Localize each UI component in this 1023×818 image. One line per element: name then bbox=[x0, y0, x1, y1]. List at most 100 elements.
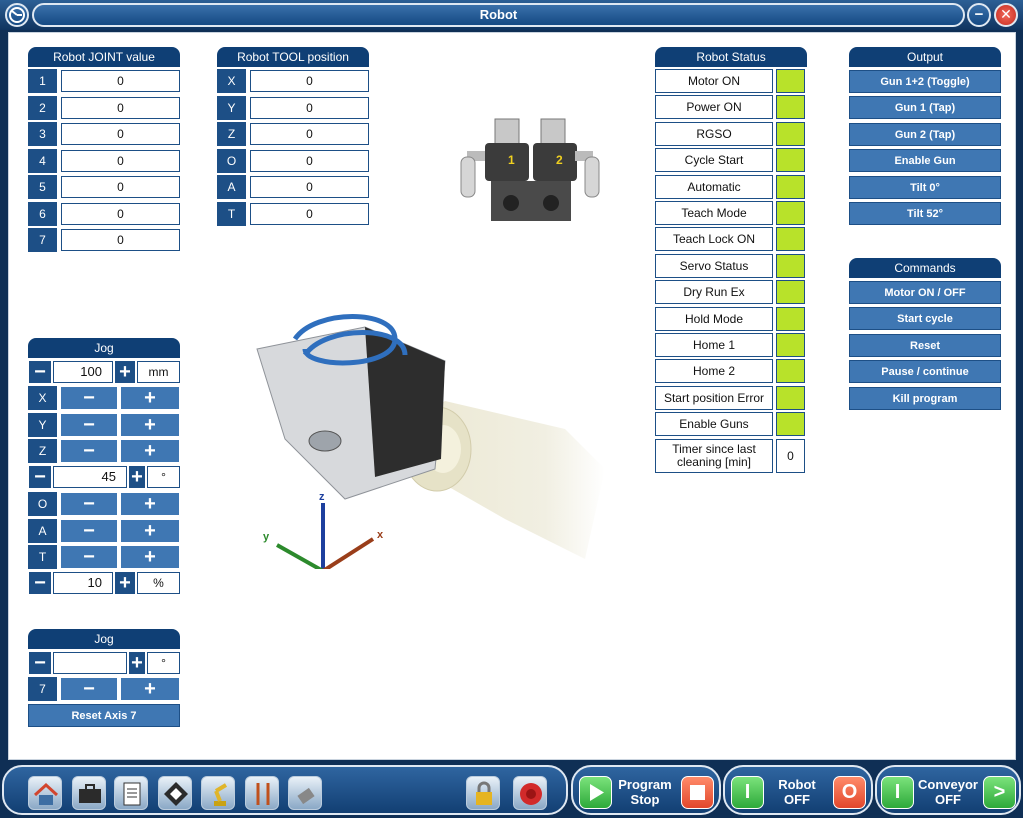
joint-panel-title: Robot JOINT value bbox=[28, 47, 180, 67]
angular-step-minus-button[interactable]: − bbox=[28, 465, 52, 489]
joint-label: 7 bbox=[28, 228, 57, 252]
status-row: Teach Mode bbox=[655, 201, 807, 225]
command-button[interactable]: Pause / continue bbox=[849, 360, 1001, 384]
status-indicator bbox=[776, 121, 805, 146]
speed-plus-button[interactable]: + bbox=[114, 571, 136, 595]
toolbox-icon[interactable] bbox=[72, 776, 106, 810]
jog-plus-button[interactable]: + bbox=[120, 492, 180, 516]
jog-minus-button[interactable]: − bbox=[60, 545, 118, 569]
tool-row: Y0 bbox=[217, 95, 369, 120]
tool-label: Z bbox=[217, 122, 246, 146]
status-label: Automatic bbox=[655, 174, 773, 199]
tool-value: 0 bbox=[250, 202, 369, 225]
command-button[interactable]: Kill program bbox=[849, 386, 1001, 410]
command-button[interactable]: Start cycle bbox=[849, 307, 1001, 331]
jog-linear-step-row: − 100 + mm bbox=[28, 360, 180, 384]
jog-minus-button[interactable]: − bbox=[60, 439, 118, 463]
output-button[interactable]: Gun 1+2 (Toggle) bbox=[849, 70, 1001, 93]
jog-plus-button[interactable]: + bbox=[120, 545, 180, 569]
jog-plus-button[interactable]: + bbox=[120, 439, 180, 463]
reset-axis7-button[interactable]: Reset Axis 7 bbox=[28, 704, 180, 727]
output-button[interactable]: Enable Gun bbox=[849, 149, 1001, 173]
joint-value: 0 bbox=[61, 176, 180, 198]
nav-toolbar bbox=[2, 765, 568, 815]
conveyor-on-button[interactable]: I bbox=[881, 776, 914, 809]
status-label: Motor ON bbox=[655, 69, 773, 93]
joint-label: 4 bbox=[28, 148, 57, 173]
tool-row: X0 bbox=[217, 69, 369, 93]
linear-step-minus-button[interactable]: − bbox=[28, 360, 52, 384]
command-button[interactable]: Reset bbox=[849, 333, 1001, 357]
status-label: Enable Guns bbox=[655, 412, 773, 437]
jog-minus-button[interactable]: − bbox=[60, 492, 118, 516]
spray-gun-icon[interactable] bbox=[288, 776, 322, 810]
status-row: Hold Mode bbox=[655, 306, 807, 331]
output-panel: Output Gun 1+2 (Toggle) Gun 1 (Tap) Gun 2 … bbox=[849, 47, 1001, 227]
diamond-marker-icon[interactable] bbox=[158, 776, 192, 810]
gun-image: 1 2 bbox=[457, 111, 603, 225]
jog-plus-button[interactable]: + bbox=[120, 518, 180, 543]
output-button[interactable]: Tilt 0° bbox=[849, 175, 1001, 199]
jog-axis-row: A − + bbox=[28, 518, 180, 543]
speed-minus-button[interactable]: − bbox=[28, 571, 52, 595]
tool-label: O bbox=[217, 148, 246, 173]
status-row: Automatic bbox=[655, 174, 807, 199]
jog-plus-button[interactable]: + bbox=[120, 412, 180, 437]
program-status-label: Program Stop bbox=[618, 777, 672, 807]
commands-panel-title: Commands bbox=[849, 258, 1001, 278]
speed-input[interactable]: 10 bbox=[53, 572, 113, 594]
status-label: RGSO bbox=[655, 121, 773, 146]
joint-panel: Robot JOINT value 10203040506070 bbox=[28, 47, 180, 253]
linear-unit: mm bbox=[137, 361, 180, 383]
program-stop-button[interactable] bbox=[681, 776, 714, 809]
tool-value: 0 bbox=[250, 176, 369, 198]
command-button[interactable]: Motor ON / OFF bbox=[849, 281, 1001, 304]
axis7-plus-button[interactable]: + bbox=[120, 677, 180, 701]
output-button[interactable]: Gun 2 (Tap) bbox=[849, 122, 1001, 146]
axis7-minus-button[interactable]: − bbox=[60, 677, 118, 701]
output-button[interactable]: Gun 1 (Tap) bbox=[849, 96, 1001, 120]
joint-label: 2 bbox=[28, 95, 57, 120]
axis7-step-plus-button[interactable]: + bbox=[128, 651, 146, 675]
emergency-stop-icon[interactable] bbox=[513, 776, 547, 810]
linear-step-input[interactable]: 100 bbox=[53, 361, 113, 383]
joint-value: 0 bbox=[61, 149, 180, 172]
axis-x-label: x bbox=[377, 529, 384, 541]
jog-plus-button[interactable]: + bbox=[120, 386, 180, 410]
angular-step-plus-button[interactable]: + bbox=[128, 465, 146, 489]
axis7-label: 7 bbox=[28, 677, 57, 701]
joint-label: 5 bbox=[28, 175, 57, 199]
app-logo-icon[interactable] bbox=[5, 3, 29, 27]
close-icon[interactable]: ✕ bbox=[994, 3, 1018, 27]
robot-on-button[interactable]: I bbox=[731, 776, 764, 809]
program-control: Program Stop bbox=[571, 765, 721, 815]
gun-2-label: 2 bbox=[556, 153, 563, 167]
jog-minus-button[interactable]: − bbox=[60, 386, 118, 410]
tool-label: A bbox=[217, 175, 246, 199]
robot-3d-view: z y x bbox=[245, 309, 605, 573]
jog-minus-button[interactable]: − bbox=[60, 518, 118, 543]
axis7-step-minus-button[interactable]: − bbox=[28, 651, 52, 675]
minimize-icon[interactable]: − bbox=[967, 3, 991, 27]
lock-icon[interactable] bbox=[466, 776, 500, 810]
angular-step-input[interactable]: 45 bbox=[53, 466, 127, 488]
axis7-unit: ° bbox=[147, 652, 180, 674]
jog-axis-row: Y − + bbox=[28, 412, 180, 437]
home-icon[interactable] bbox=[28, 776, 62, 810]
status-row: Home 2 bbox=[655, 359, 807, 384]
linear-step-plus-button[interactable]: + bbox=[114, 360, 136, 384]
checklist-icon[interactable] bbox=[114, 776, 148, 810]
tool-label: T bbox=[217, 201, 246, 226]
conveyor-rails-icon[interactable] bbox=[245, 776, 279, 810]
status-indicator bbox=[776, 359, 805, 384]
status-row: Motor ON bbox=[655, 69, 807, 93]
program-play-button[interactable] bbox=[579, 776, 612, 809]
jog-minus-button[interactable]: − bbox=[60, 412, 118, 437]
jog-axis-label: A bbox=[28, 518, 57, 543]
axis7-step-input[interactable] bbox=[53, 652, 127, 674]
robot-off-button[interactable]: O bbox=[833, 776, 866, 809]
output-button[interactable]: Tilt 52° bbox=[849, 202, 1001, 225]
conveyor-next-button[interactable]: > bbox=[983, 776, 1016, 809]
status-indicator bbox=[776, 174, 805, 199]
robot-arm-icon[interactable] bbox=[201, 776, 235, 810]
